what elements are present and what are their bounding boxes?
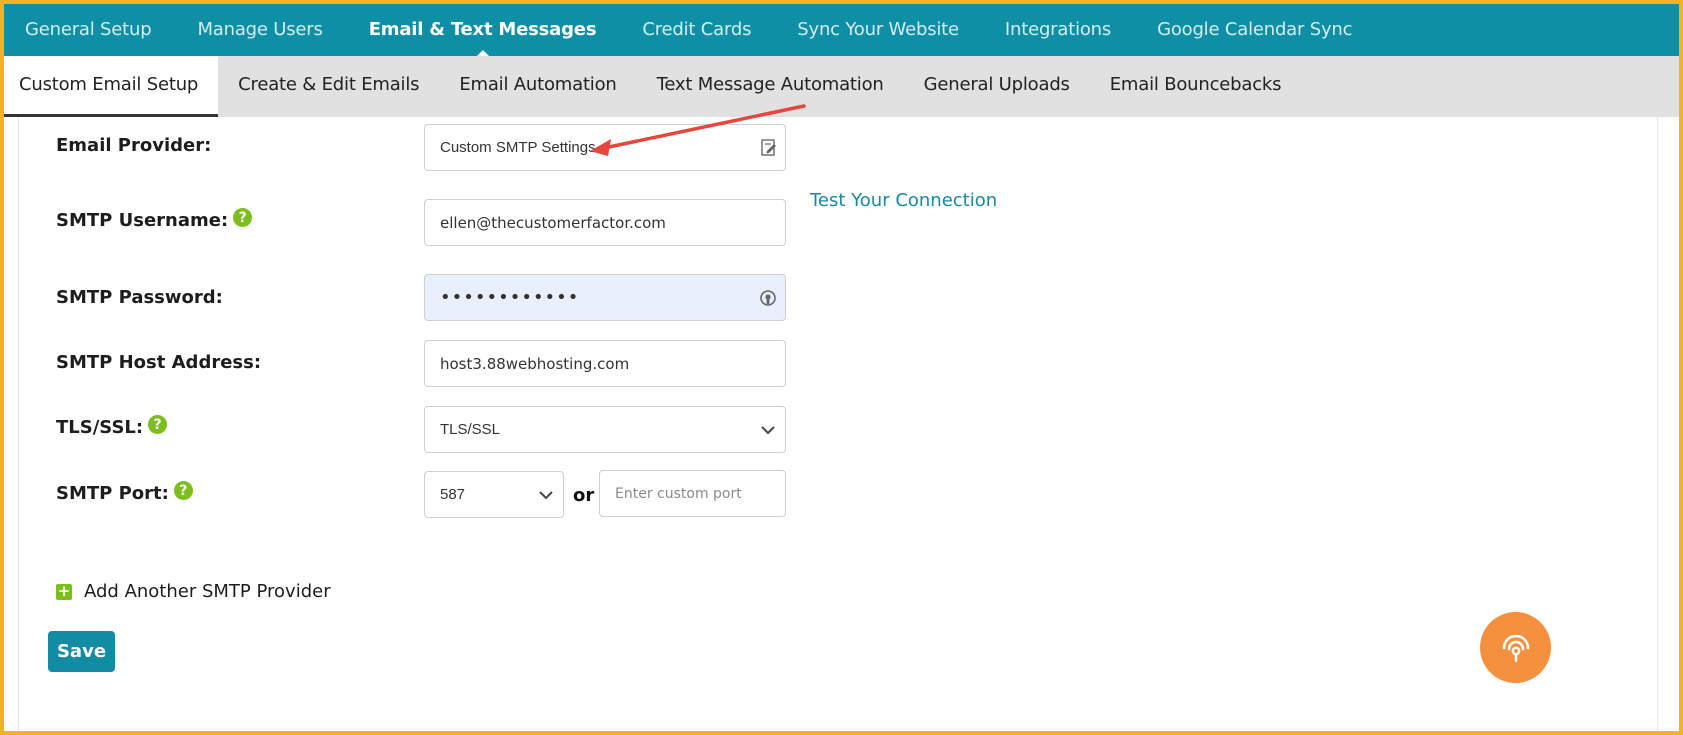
tab-email-text-messages[interactable]: Email & Text Messages	[369, 4, 597, 56]
subtab-custom-email-setup[interactable]: Custom Email Setup	[4, 56, 219, 117]
smtp-username-label-text: SMTP Username:	[56, 210, 229, 231]
app-frame: General Setup Manage Users Email & Text …	[0, 0, 1683, 735]
key-icon[interactable]	[759, 289, 777, 307]
smtp-username-label: SMTP Username: ?	[56, 208, 253, 231]
chevron-down-icon	[539, 486, 553, 504]
smtp-password-value: ••••••••••••	[440, 287, 580, 308]
plus-icon: +	[56, 582, 72, 600]
smtp-password-label: SMTP Password:	[56, 287, 223, 308]
subtab-create-edit-emails[interactable]: Create & Edit Emails	[218, 56, 439, 117]
tls-ssl-value: TLS/SSL	[440, 421, 501, 438]
subtab-general-uploads[interactable]: General Uploads	[904, 56, 1090, 117]
smtp-username-input[interactable]: ellen@thecustomerfactor.com	[424, 199, 786, 246]
email-provider-select[interactable]: Custom SMTP Settings	[424, 124, 786, 171]
add-smtp-provider-label: Add Another SMTP Provider	[84, 581, 331, 602]
tls-ssl-select[interactable]: TLS/SSL	[424, 406, 786, 453]
save-button[interactable]: Save	[48, 631, 115, 672]
smtp-password-input[interactable]: ••••••••••••	[424, 274, 786, 321]
tab-google-calendar-sync[interactable]: Google Calendar Sync	[1157, 4, 1352, 56]
tab-sync-your-website[interactable]: Sync Your Website	[797, 4, 959, 56]
smtp-password-label-text: SMTP Password:	[56, 287, 223, 308]
tls-ssl-label: TLS/SSL: ?	[56, 415, 168, 438]
tab-manage-users[interactable]: Manage Users	[197, 4, 322, 56]
subtab-email-bouncebacks[interactable]: Email Bouncebacks	[1090, 56, 1302, 117]
sub-nav: Custom Email Setup Create & Edit Emails …	[4, 56, 1679, 117]
help-icon[interactable]: ?	[233, 208, 253, 227]
email-provider-label: Email Provider:	[56, 135, 211, 156]
test-connection-link[interactable]: Test Your Connection	[810, 190, 997, 211]
edit-document-icon[interactable]	[761, 138, 777, 157]
help-icon[interactable]: ?	[148, 415, 168, 434]
smtp-port-value: 587	[440, 486, 466, 503]
smtp-port-select[interactable]: 587	[424, 471, 564, 518]
subtab-email-automation[interactable]: Email Automation	[439, 56, 636, 117]
smtp-port-label-text: SMTP Port:	[56, 483, 169, 504]
tab-general-setup[interactable]: General Setup	[25, 4, 152, 56]
custom-port-placeholder: Enter custom port	[615, 485, 742, 502]
broadcast-signal-icon[interactable]	[1480, 612, 1551, 683]
help-icon[interactable]: ?	[173, 481, 193, 500]
email-provider-value: Custom SMTP Settings	[440, 139, 596, 156]
tab-integrations[interactable]: Integrations	[1005, 4, 1111, 56]
add-smtp-provider-link[interactable]: + Add Another SMTP Provider	[56, 581, 331, 602]
smtp-username-value: ellen@thecustomerfactor.com	[440, 213, 666, 232]
top-nav: General Setup Manage Users Email & Text …	[4, 4, 1679, 56]
smtp-host-label-text: SMTP Host Address:	[56, 352, 262, 373]
tls-ssl-label-text: TLS/SSL:	[56, 417, 144, 438]
custom-port-input[interactable]: Enter custom port	[599, 470, 786, 517]
smtp-port-label: SMTP Port: ?	[56, 481, 193, 504]
chevron-down-icon	[761, 421, 775, 439]
email-provider-label-text: Email Provider:	[56, 135, 212, 156]
subtab-text-message-automation[interactable]: Text Message Automation	[637, 56, 904, 117]
or-separator: or	[573, 485, 595, 506]
smtp-host-label: SMTP Host Address:	[56, 352, 261, 373]
tab-credit-cards[interactable]: Credit Cards	[642, 4, 751, 56]
smtp-host-value: host3.88webhosting.com	[440, 354, 630, 373]
smtp-host-input[interactable]: host3.88webhosting.com	[424, 340, 786, 387]
